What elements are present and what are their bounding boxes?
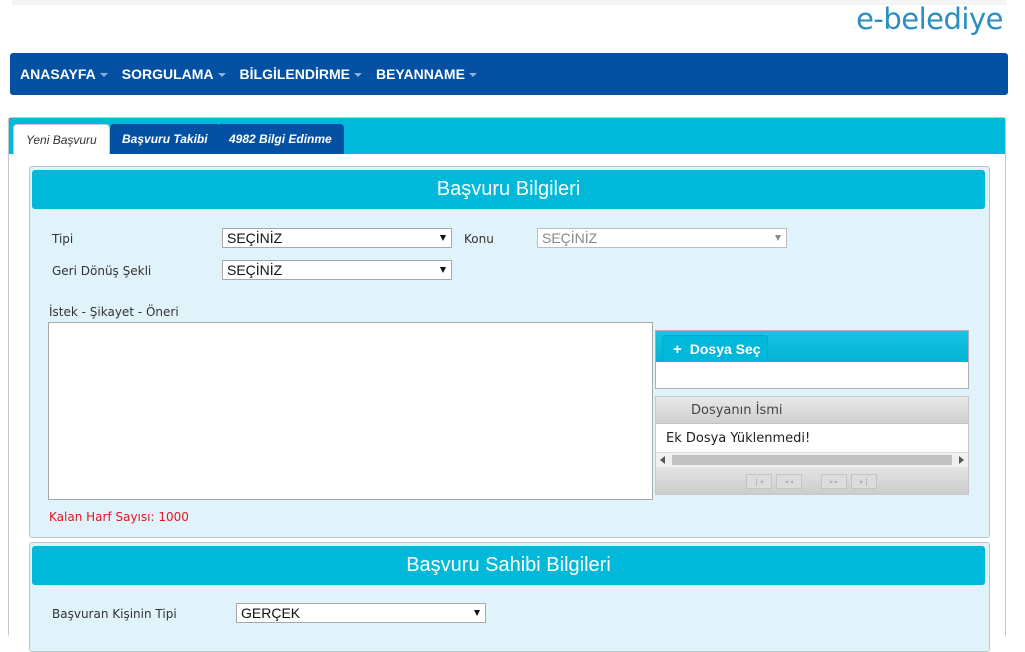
previous-page-button[interactable]: ◂◂ [776,474,802,489]
applicant-panel: Başvuru Sahibi Bilgileri Başvuran Kişini… [29,542,990,652]
nav-item-label: BEYANNAME [375,66,465,82]
horizontal-scrollbar[interactable] [656,453,968,467]
nav-item-label: SORGULAMA [121,66,214,82]
choose-file-button[interactable]: + Dosya Seç [662,335,768,362]
nav-item-bilgilendirme[interactable]: BİLGİLENDİRME [240,66,362,82]
tab-bilgi-edinme[interactable]: 4982 Bilgi Edinme [217,124,344,154]
tab-content: Başvuru Bilgileri Tipi SEÇİNİZ Konu SEÇİ… [9,154,1005,652]
applicant-type-label: Başvuran Kişinin Tipi [52,607,177,621]
nav-item-beyanname[interactable]: BEYANNAME [376,66,477,82]
nav-item-anasayfa[interactable]: ANASAYFA [20,66,108,82]
tab-basvuru-takibi[interactable]: Başvuru Takibi [110,124,220,154]
last-page-button[interactable]: ▸| [851,474,877,489]
dropdown-arrow-icon [440,267,446,273]
caret-down-icon [99,72,108,77]
message-textarea[interactable] [48,322,653,500]
tipi-select[interactable]: SEÇİNİZ [222,228,452,248]
scroll-thumb[interactable] [672,455,952,465]
dropdown-arrow-icon [775,235,781,241]
file-upload-box: + Dosya Seç [655,330,969,389]
application-panel-title: Başvuru Bilgileri [32,170,985,209]
tab-yeni-basvuru[interactable]: Yeni Başvuru [13,124,110,155]
applicant-panel-title: Başvuru Sahibi Bilgileri [32,546,985,585]
geri-donus-select-value: SEÇİNİZ [227,262,283,278]
first-page-button[interactable]: |◂ [746,474,772,489]
empty-files-row: Ek Dosya Yüklenmedi! [656,425,968,453]
brand-logo: e-belediye [856,2,1003,36]
konu-select[interactable]: SEÇİNİZ [537,228,787,248]
scroll-right-icon[interactable] [959,456,964,464]
dropdown-arrow-icon [474,610,480,616]
nav-item-label: ANASAYFA [20,66,96,82]
nav-item-sorgulama[interactable]: SORGULAMA [122,66,226,82]
tipi-select-value: SEÇİNİZ [227,230,283,246]
remaining-characters: Kalan Harf Sayısı: 1000 [49,510,189,524]
choose-file-label: Dosya Seç [689,341,761,357]
konu-label: Konu [464,232,494,246]
application-panel: Başvuru Bilgileri Tipi SEÇİNİZ Konu SEÇİ… [29,166,990,538]
geri-donus-select[interactable]: SEÇİNİZ [222,260,452,280]
upload-tab-row: + Dosya Seç [656,331,968,362]
nav-item-label: BİLGİLENDİRME [239,66,350,82]
tipi-label: Tipi [52,232,74,246]
message-label: İstek - Şikayet - Öneri [49,305,179,319]
caret-down-icon [468,72,477,77]
applicant-type-value: GERÇEK [241,605,301,621]
konu-select-value: SEÇİNİZ [542,230,598,246]
main-navbar: ANASAYFA SORGULAMA BİLGİLENDİRME BEYANNA… [10,53,1008,95]
file-name-column-header[interactable]: Dosyanın İsmi [656,397,968,424]
plus-icon: + [673,340,682,358]
uploaded-files-grid: Dosyanın İsmi Ek Dosya Yüklenmedi! |◂ ◂◂… [655,396,969,495]
caret-down-icon [353,72,362,77]
caret-down-icon [217,72,226,77]
dropdown-arrow-icon [440,235,446,241]
geri-donus-label: Geri Dönüş Şekli [52,264,152,278]
scroll-left-icon[interactable] [660,456,665,464]
tab-bar: Yeni Başvuru Başvuru Takibi 4982 Bilgi E… [9,118,1005,155]
next-page-button[interactable]: ▸▸ [821,474,847,489]
tab-container: Yeni Başvuru Başvuru Takibi 4982 Bilgi E… [8,117,1006,652]
applicant-type-select[interactable]: GERÇEK [236,603,486,623]
grid-pager: |◂ ◂◂ ▸▸ ▸| [656,467,968,494]
